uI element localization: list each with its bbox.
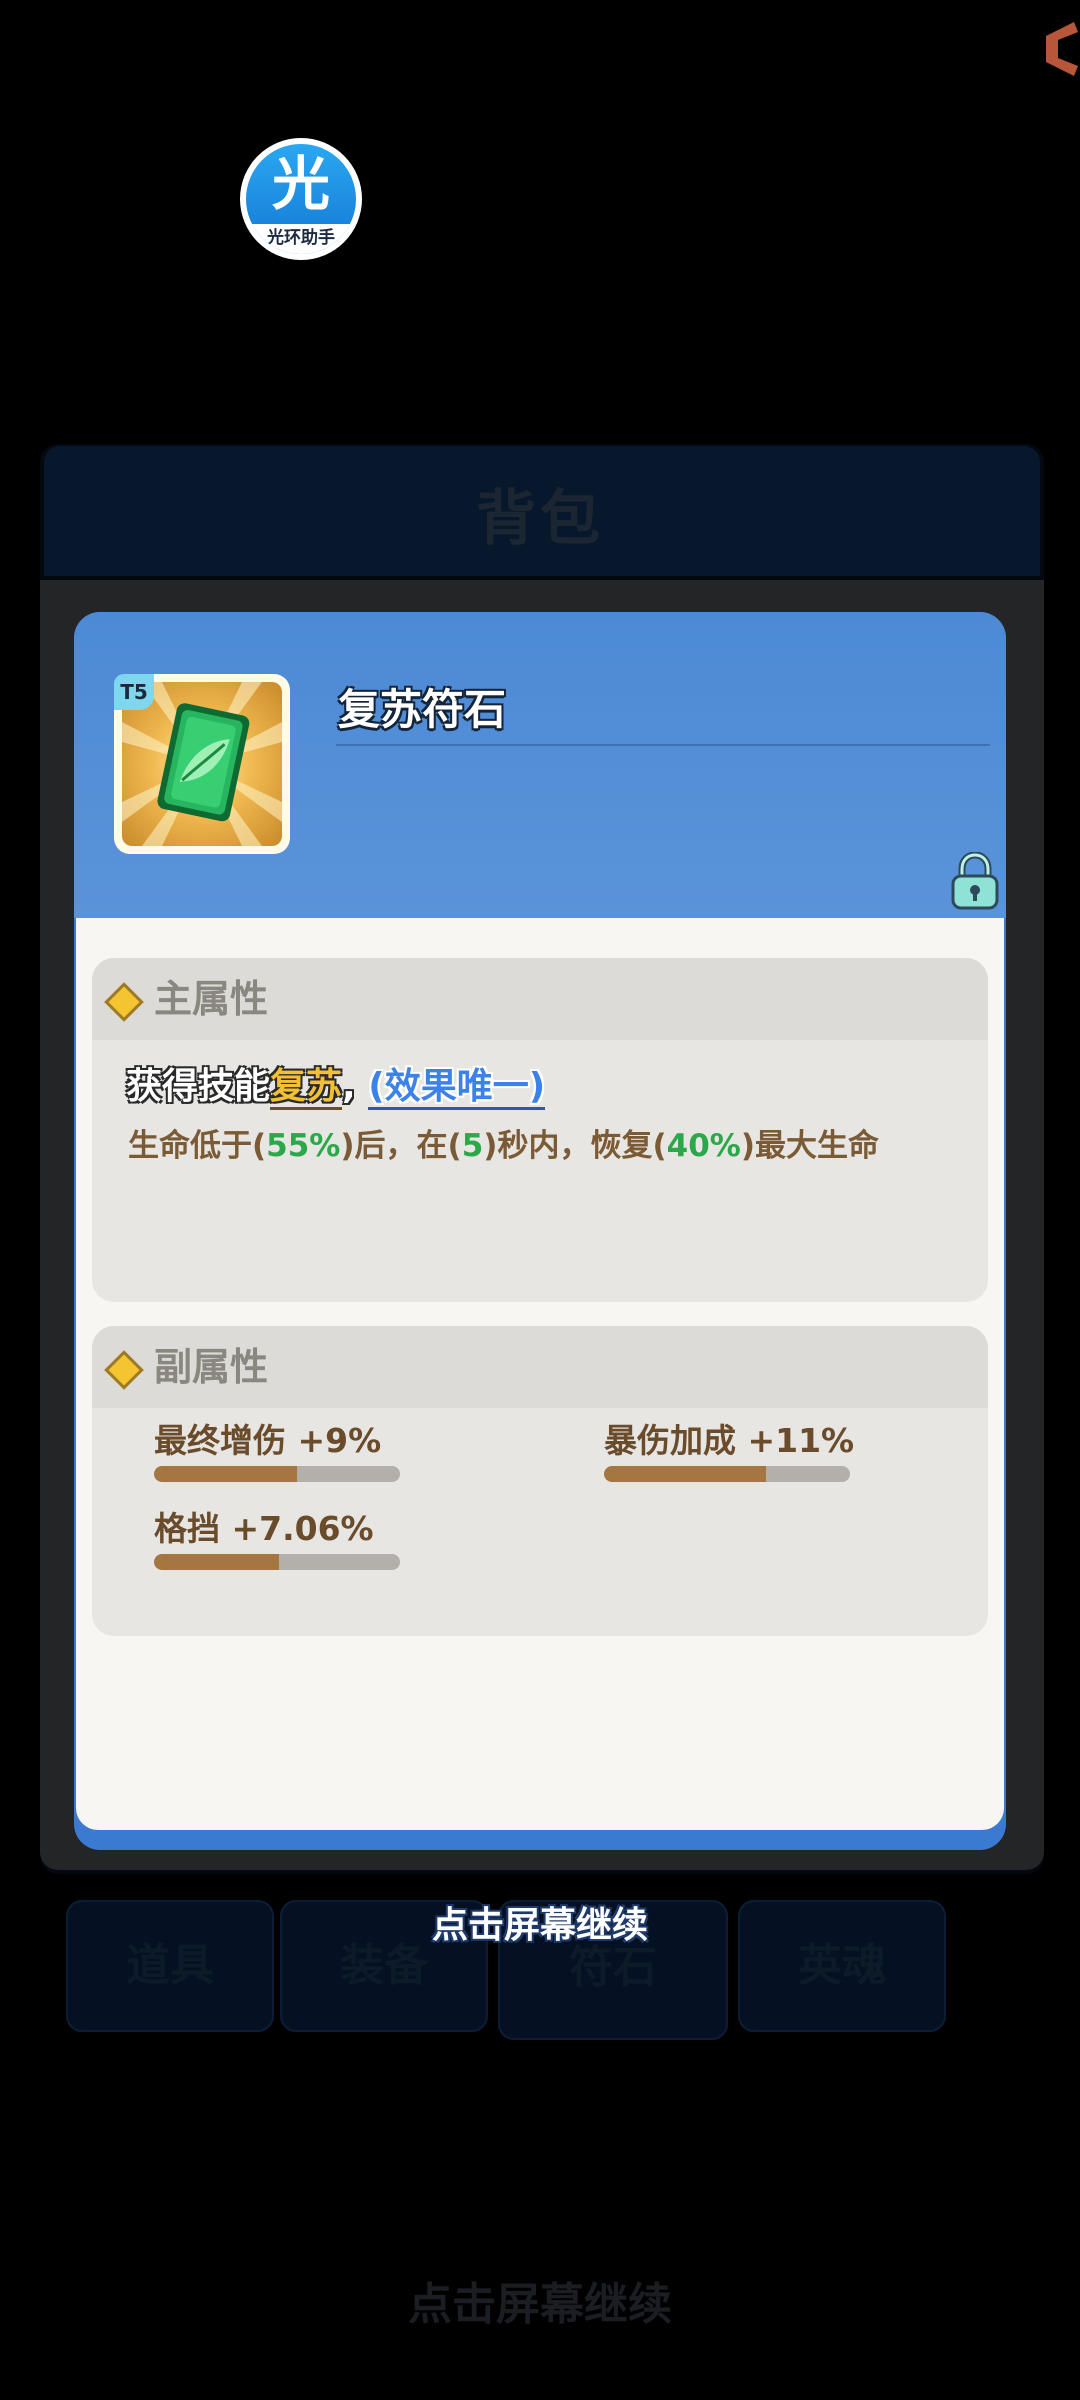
tier-badge: T5	[114, 674, 154, 710]
effect-part: )后，在(	[340, 1128, 462, 1164]
stat-bar-block	[154, 1554, 400, 1570]
stat-bar-fill	[604, 1466, 767, 1482]
skill-effect-text: 生命低于(55%)后，在(5)秒内，恢复(40%)最大生命	[128, 1124, 879, 1168]
sub-attr-header: 副属性	[92, 1326, 988, 1408]
effect-part: )秒内，恢复(	[483, 1128, 667, 1164]
helper-label: 光环助手	[246, 224, 356, 254]
effect-part: 生命低于(	[128, 1128, 267, 1164]
skill-unique-tag[interactable]: (效果唯一)	[368, 1066, 546, 1110]
name-divider	[336, 744, 990, 746]
skill-line: 获得技能复苏, (效果唯一)	[126, 1062, 546, 1112]
effect-value-heal: 40%	[666, 1128, 741, 1164]
item-name: 复苏符石	[338, 685, 507, 734]
effect-value-seconds: 5	[461, 1128, 484, 1164]
stat-block: 格挡 +7.06%	[154, 1509, 374, 1548]
effect-value-hp: 55%	[266, 1128, 341, 1164]
effect-part: )最大生命	[740, 1128, 880, 1164]
diamond-bullet-icon	[104, 982, 144, 1022]
lock-icon[interactable]	[948, 852, 1002, 912]
helper-glyph: 光	[271, 150, 330, 218]
backpack-bottom-hint: 点击屏幕继续	[408, 2279, 672, 2330]
helper-badge-icon[interactable]: 光 光环助手	[240, 138, 362, 260]
skill-name[interactable]: 复苏	[270, 1066, 343, 1110]
stat-bar-final-damage	[154, 1466, 400, 1482]
skill-separator: ,	[342, 1066, 356, 1107]
stat-crit-damage: 暴伤加成 +11%	[604, 1421, 855, 1460]
corner-arrow-icon[interactable]	[1034, 18, 1080, 80]
sub-attr-title: 副属性	[154, 1345, 269, 1389]
main-attr-header: 主属性	[92, 958, 988, 1040]
stat-bar-fill	[154, 1554, 280, 1570]
tap-to-continue[interactable]: 点击屏幕继续	[0, 1896, 1080, 1948]
diamond-bullet-icon	[104, 1350, 144, 1390]
stat-final-damage: 最终增伤 +9%	[154, 1421, 382, 1460]
main-attr-title: 主属性	[154, 977, 269, 1021]
stat-bar-fill	[154, 1466, 297, 1482]
skill-prefix: 获得技能	[126, 1066, 271, 1107]
backpack-title: 背包	[476, 484, 604, 554]
stat-bar-crit-damage	[604, 1466, 850, 1482]
